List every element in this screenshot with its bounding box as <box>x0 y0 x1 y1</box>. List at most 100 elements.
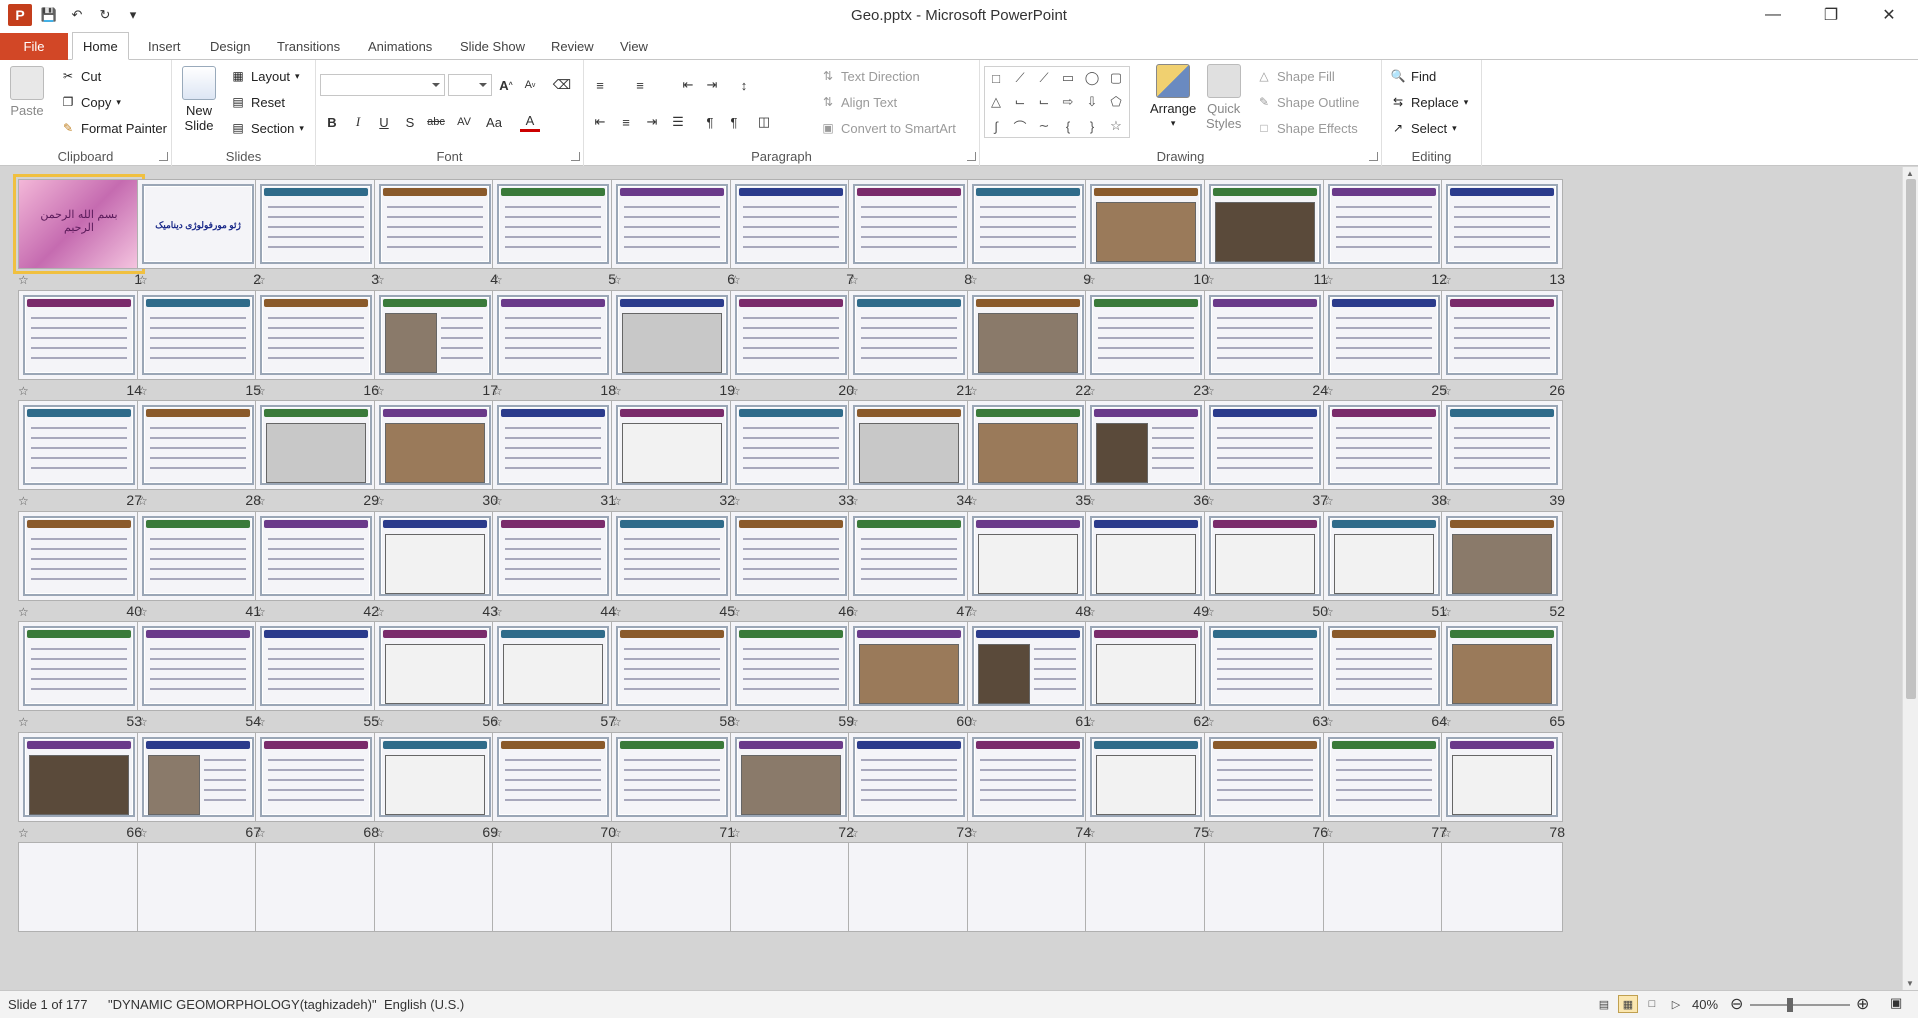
tab-review[interactable]: Review <box>541 32 604 60</box>
shapes-gallery[interactable]: □ ⟋ ⟋ ▭ ◯ ▢ △ ⌙ ⌙ ⇨ ⇩ ⬠ ∫ ⌒ ∼ { } ☆ <box>984 66 1130 138</box>
slide-thumbnail[interactable] <box>1085 511 1207 601</box>
transition-star-icon[interactable]: ☆ <box>611 494 622 508</box>
transition-star-icon[interactable]: ☆ <box>611 715 622 729</box>
zoom-slider-thumb[interactable] <box>1787 998 1793 1012</box>
transition-star-icon[interactable]: ☆ <box>492 494 503 508</box>
transition-star-icon[interactable]: ☆ <box>1323 715 1334 729</box>
transition-star-icon[interactable]: ☆ <box>1323 384 1334 398</box>
slide-thumbnail[interactable] <box>255 621 377 711</box>
slide-thumbnail[interactable] <box>848 400 970 490</box>
transition-star-icon[interactable]: ☆ <box>1085 605 1096 619</box>
transition-star-icon[interactable]: ☆ <box>1441 384 1452 398</box>
transition-star-icon[interactable]: ☆ <box>730 605 741 619</box>
transition-star-icon[interactable]: ☆ <box>967 605 978 619</box>
slide-thumbnail-partial[interactable] <box>18 842 140 932</box>
slide-thumbnail[interactable] <box>255 290 377 380</box>
arrange-button[interactable]: Arrange ▾ <box>1150 64 1196 131</box>
align-left-icon[interactable]: ⇤ <box>590 112 610 132</box>
slide-thumbnail[interactable] <box>255 179 377 269</box>
slide-thumbnail[interactable] <box>1204 732 1326 822</box>
tab-home[interactable]: Home <box>72 32 129 60</box>
transition-star-icon[interactable]: ☆ <box>374 605 385 619</box>
undo-icon[interactable]: ↶ <box>66 4 88 26</box>
slide-thumbnail[interactable] <box>137 511 259 601</box>
slide-thumbnail-partial[interactable] <box>374 842 496 932</box>
slide-thumbnail[interactable] <box>492 400 614 490</box>
transition-star-icon[interactable]: ☆ <box>1085 715 1096 729</box>
italic-button[interactable]: I <box>348 112 368 132</box>
transition-star-icon[interactable]: ☆ <box>1085 494 1096 508</box>
shape-textbox-icon[interactable]: □ <box>987 69 1005 87</box>
slide-thumbnail[interactable] <box>1085 179 1207 269</box>
slide-thumbnail-partial[interactable] <box>1323 842 1445 932</box>
transition-star-icon[interactable]: ☆ <box>374 826 385 840</box>
transition-star-icon[interactable]: ☆ <box>18 494 29 508</box>
shape-oval-icon[interactable]: ◯ <box>1083 69 1101 87</box>
slide-thumbnail[interactable] <box>255 400 377 490</box>
slide-thumbnail-partial[interactable] <box>255 842 377 932</box>
ltr-icon[interactable]: ¶ <box>700 112 720 132</box>
slide-thumbnail[interactable] <box>374 621 496 711</box>
transition-star-icon[interactable]: ☆ <box>730 494 741 508</box>
theme-name[interactable]: "DYNAMIC GEOMORPHOLOGY(taghizadeh)" <box>108 997 377 1012</box>
slide-thumbnail[interactable]: بسم الله الرحمن الرحیم <box>13 174 145 274</box>
tab-file[interactable]: File <box>0 33 68 60</box>
tab-view[interactable]: View <box>610 32 658 60</box>
slide-thumbnail[interactable] <box>1441 621 1563 711</box>
slide-thumbnail-partial[interactable] <box>967 842 1089 932</box>
transition-star-icon[interactable]: ☆ <box>374 715 385 729</box>
powerpoint-logo-icon[interactable]: P <box>8 4 32 26</box>
slide-thumbnail[interactable] <box>137 290 259 380</box>
slide-thumbnail[interactable] <box>1441 290 1563 380</box>
copy-button[interactable]: ❐ Copy ▾ <box>60 94 121 110</box>
transition-star-icon[interactable]: ☆ <box>1204 826 1215 840</box>
slide-thumbnail[interactable] <box>1204 400 1326 490</box>
slide-thumbnail-partial[interactable] <box>730 842 852 932</box>
transition-star-icon[interactable]: ☆ <box>967 494 978 508</box>
slide-thumbnail[interactable] <box>967 511 1089 601</box>
slide-thumbnail[interactable] <box>1204 621 1326 711</box>
slide-thumbnail[interactable] <box>611 179 733 269</box>
transition-star-icon[interactable]: ☆ <box>492 605 503 619</box>
vertical-scrollbar[interactable]: ▲ ▼ <box>1902 167 1918 990</box>
save-icon[interactable]: 💾 <box>38 4 60 26</box>
slide-thumbnail[interactable] <box>730 732 852 822</box>
shape-outline-button[interactable]: ✎ Shape Outline <box>1256 94 1359 110</box>
transition-star-icon[interactable]: ☆ <box>374 384 385 398</box>
justify-icon[interactable]: ☰ <box>668 112 688 132</box>
slide-thumbnail-partial[interactable] <box>137 842 259 932</box>
transition-star-icon[interactable]: ☆ <box>137 273 148 287</box>
slide-thumbnail[interactable] <box>848 621 970 711</box>
slide-thumbnail[interactable] <box>1085 732 1207 822</box>
slide-thumbnail[interactable] <box>848 290 970 380</box>
numbering-icon[interactable]: ≡ <box>630 75 650 95</box>
strikethrough-icon[interactable]: abc <box>426 112 446 132</box>
tab-slide-show[interactable]: Slide Show <box>450 32 535 60</box>
slide-thumbnail[interactable] <box>730 179 852 269</box>
slide-sorter-view-icon[interactable]: ▦ <box>1618 995 1638 1013</box>
slide-thumbnail[interactable] <box>255 732 377 822</box>
slide-thumbnail[interactable] <box>1204 290 1326 380</box>
new-slide-button[interactable]: New Slide <box>182 66 216 133</box>
transition-star-icon[interactable]: ☆ <box>1204 494 1215 508</box>
zoom-level[interactable]: 40% <box>1692 997 1718 1012</box>
transition-star-icon[interactable]: ☆ <box>492 715 503 729</box>
align-center-icon[interactable]: ≡ <box>616 112 636 132</box>
slide-thumbnail[interactable] <box>1204 511 1326 601</box>
transition-star-icon[interactable]: ☆ <box>1441 273 1452 287</box>
transition-star-icon[interactable]: ☆ <box>848 605 859 619</box>
transition-star-icon[interactable]: ☆ <box>137 826 148 840</box>
shape-brace2-icon[interactable]: } <box>1083 117 1101 135</box>
scroll-down-icon[interactable]: ▼ <box>1906 979 1914 988</box>
transition-star-icon[interactable]: ☆ <box>730 273 741 287</box>
convert-smartart-button[interactable]: ▣ Convert to SmartArt <box>820 120 956 136</box>
shape-arrow-down-icon[interactable]: ⇩ <box>1083 93 1101 111</box>
transition-star-icon[interactable]: ☆ <box>611 273 622 287</box>
clipboard-launcher-icon[interactable] <box>159 152 168 161</box>
reading-view-icon[interactable]: □ <box>1642 995 1662 1013</box>
transition-star-icon[interactable]: ☆ <box>848 715 859 729</box>
text-direction-button[interactable]: ⇅ Text Direction <box>820 68 920 84</box>
transition-star-icon[interactable]: ☆ <box>1441 494 1452 508</box>
slide-thumbnail[interactable] <box>848 732 970 822</box>
slide-thumbnail[interactable] <box>1204 179 1326 269</box>
